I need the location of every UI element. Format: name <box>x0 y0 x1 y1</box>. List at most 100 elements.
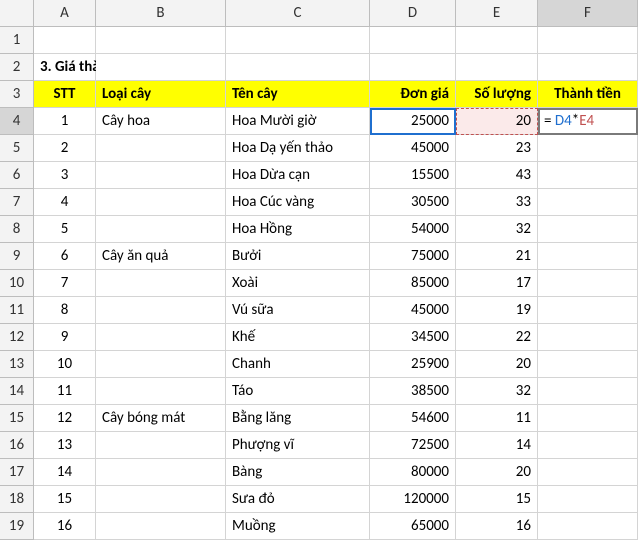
cell-thanhtien-4[interactable]: = D4*E4 <box>538 108 638 135</box>
col-header-b[interactable]: B <box>96 0 226 27</box>
cell-thanhtien-5[interactable] <box>538 135 638 162</box>
cell-soluong-5[interactable]: 23 <box>456 135 538 162</box>
cell-loai-19[interactable] <box>96 513 226 540</box>
cell-soluong-17[interactable]: 20 <box>456 459 538 486</box>
cell-thanhtien-17[interactable] <box>538 459 638 486</box>
cell-loai-18[interactable] <box>96 486 226 513</box>
row-header-4[interactable]: 4 <box>0 108 34 135</box>
cell-stt-18[interactable]: 15 <box>34 486 96 513</box>
cell-f1[interactable] <box>538 27 638 54</box>
cell-stt-8[interactable]: 5 <box>34 216 96 243</box>
cell-stt-14[interactable]: 11 <box>34 378 96 405</box>
cell-soluong-4[interactable]: 20 <box>456 108 538 135</box>
cell-ten-19[interactable]: Muồng <box>226 513 370 540</box>
col-header-e[interactable]: E <box>456 0 538 27</box>
cell-ten-10[interactable]: Xoài <box>226 270 370 297</box>
cell-thanhtien-19[interactable] <box>538 513 638 540</box>
cell-b2[interactable] <box>96 54 226 81</box>
hdr-stt[interactable]: STT <box>34 81 96 108</box>
col-header-a[interactable]: A <box>34 0 96 27</box>
cell-dongia-15[interactable]: 54600 <box>370 405 456 432</box>
cell-stt-11[interactable]: 8 <box>34 297 96 324</box>
cell-ten-12[interactable]: Khế <box>226 324 370 351</box>
cell-stt-16[interactable]: 13 <box>34 432 96 459</box>
row-header-14[interactable]: 14 <box>0 378 34 405</box>
select-all-corner[interactable] <box>0 0 34 27</box>
cell-stt-5[interactable]: 2 <box>34 135 96 162</box>
cell-dongia-19[interactable]: 65000 <box>370 513 456 540</box>
hdr-dongia[interactable]: Đơn giá <box>370 81 456 108</box>
cell-thanhtien-15[interactable] <box>538 405 638 432</box>
cell-dongia-17[interactable]: 80000 <box>370 459 456 486</box>
cell-ten-16[interactable]: Phượng vĩ <box>226 432 370 459</box>
cell-dongia-13[interactable]: 25900 <box>370 351 456 378</box>
cell-dongia-16[interactable]: 72500 <box>370 432 456 459</box>
cell-dongia-14[interactable]: 38500 <box>370 378 456 405</box>
cell-soluong-16[interactable]: 14 <box>456 432 538 459</box>
col-header-c[interactable]: C <box>226 0 370 27</box>
cell-soluong-15[interactable]: 11 <box>456 405 538 432</box>
col-header-f[interactable]: F <box>538 0 638 27</box>
row-header-6[interactable]: 6 <box>0 162 34 189</box>
cell-soluong-10[interactable]: 17 <box>456 270 538 297</box>
cell-thanhtien-9[interactable] <box>538 243 638 270</box>
cell-soluong-13[interactable]: 20 <box>456 351 538 378</box>
cell-dongia-6[interactable]: 15500 <box>370 162 456 189</box>
cell-loai-15[interactable]: Cây bóng mát <box>96 405 226 432</box>
cell-stt-12[interactable]: 9 <box>34 324 96 351</box>
cell-dongia-10[interactable]: 85000 <box>370 270 456 297</box>
cell-ten-17[interactable]: Bàng <box>226 459 370 486</box>
cell-dongia-9[interactable]: 75000 <box>370 243 456 270</box>
cell-soluong-9[interactable]: 21 <box>456 243 538 270</box>
cell-d1[interactable] <box>370 27 456 54</box>
cell-dongia-7[interactable]: 30500 <box>370 189 456 216</box>
cell-stt-17[interactable]: 14 <box>34 459 96 486</box>
row-header-13[interactable]: 13 <box>0 351 34 378</box>
cell-a1[interactable] <box>34 27 96 54</box>
cell-ten-18[interactable]: Sưa đỏ <box>226 486 370 513</box>
cell-dongia-12[interactable]: 34500 <box>370 324 456 351</box>
cell-loai-10[interactable] <box>96 270 226 297</box>
cell-soluong-18[interactable]: 15 <box>456 486 538 513</box>
row-header-16[interactable]: 16 <box>0 432 34 459</box>
row-header-8[interactable]: 8 <box>0 216 34 243</box>
cell-c1[interactable] <box>226 27 370 54</box>
cell-thanhtien-16[interactable] <box>538 432 638 459</box>
cell-ten-5[interactable]: Hoa Dạ yến thảo <box>226 135 370 162</box>
cell-loai-5[interactable] <box>96 135 226 162</box>
cell-loai-11[interactable] <box>96 297 226 324</box>
row-header-5[interactable]: 5 <box>0 135 34 162</box>
row-header-3[interactable]: 3 <box>0 81 34 108</box>
cell-thanhtien-13[interactable] <box>538 351 638 378</box>
row-header-19[interactable]: 19 <box>0 513 34 540</box>
cell-thanhtien-6[interactable] <box>538 162 638 189</box>
cell-b1[interactable] <box>96 27 226 54</box>
cell-thanhtien-8[interactable] <box>538 216 638 243</box>
cell-stt-6[interactable]: 3 <box>34 162 96 189</box>
cell-f2[interactable] <box>538 54 638 81</box>
hdr-ten[interactable]: Tên cây <box>226 81 370 108</box>
cell-ten-8[interactable]: Hoa Hồng <box>226 216 370 243</box>
cell-loai-17[interactable] <box>96 459 226 486</box>
cell-stt-7[interactable]: 4 <box>34 189 96 216</box>
row-header-10[interactable]: 10 <box>0 270 34 297</box>
cell-dongia-11[interactable]: 45000 <box>370 297 456 324</box>
cell-ten-6[interactable]: Hoa Dừa cạn <box>226 162 370 189</box>
cell-stt-13[interactable]: 10 <box>34 351 96 378</box>
row-header-15[interactable]: 15 <box>0 405 34 432</box>
cell-loai-13[interactable] <box>96 351 226 378</box>
row-header-1[interactable]: 1 <box>0 27 34 54</box>
cell-stt-9[interactable]: 6 <box>34 243 96 270</box>
title-cell[interactable]: 3. Giá thành các loại cây <box>34 54 96 81</box>
spreadsheet[interactable]: A B C D E F 1 2 3. Giá thành các loại câ… <box>0 0 640 540</box>
cell-loai-6[interactable] <box>96 162 226 189</box>
hdr-loai[interactable]: Loại cây <box>96 81 226 108</box>
cell-dongia-4[interactable]: 25000 <box>370 108 456 135</box>
cell-ten-14[interactable]: Táo <box>226 378 370 405</box>
row-header-2[interactable]: 2 <box>0 54 34 81</box>
cell-d2[interactable] <box>370 54 456 81</box>
cell-soluong-19[interactable]: 16 <box>456 513 538 540</box>
row-header-9[interactable]: 9 <box>0 243 34 270</box>
cell-stt-10[interactable]: 7 <box>34 270 96 297</box>
cell-loai-16[interactable] <box>96 432 226 459</box>
